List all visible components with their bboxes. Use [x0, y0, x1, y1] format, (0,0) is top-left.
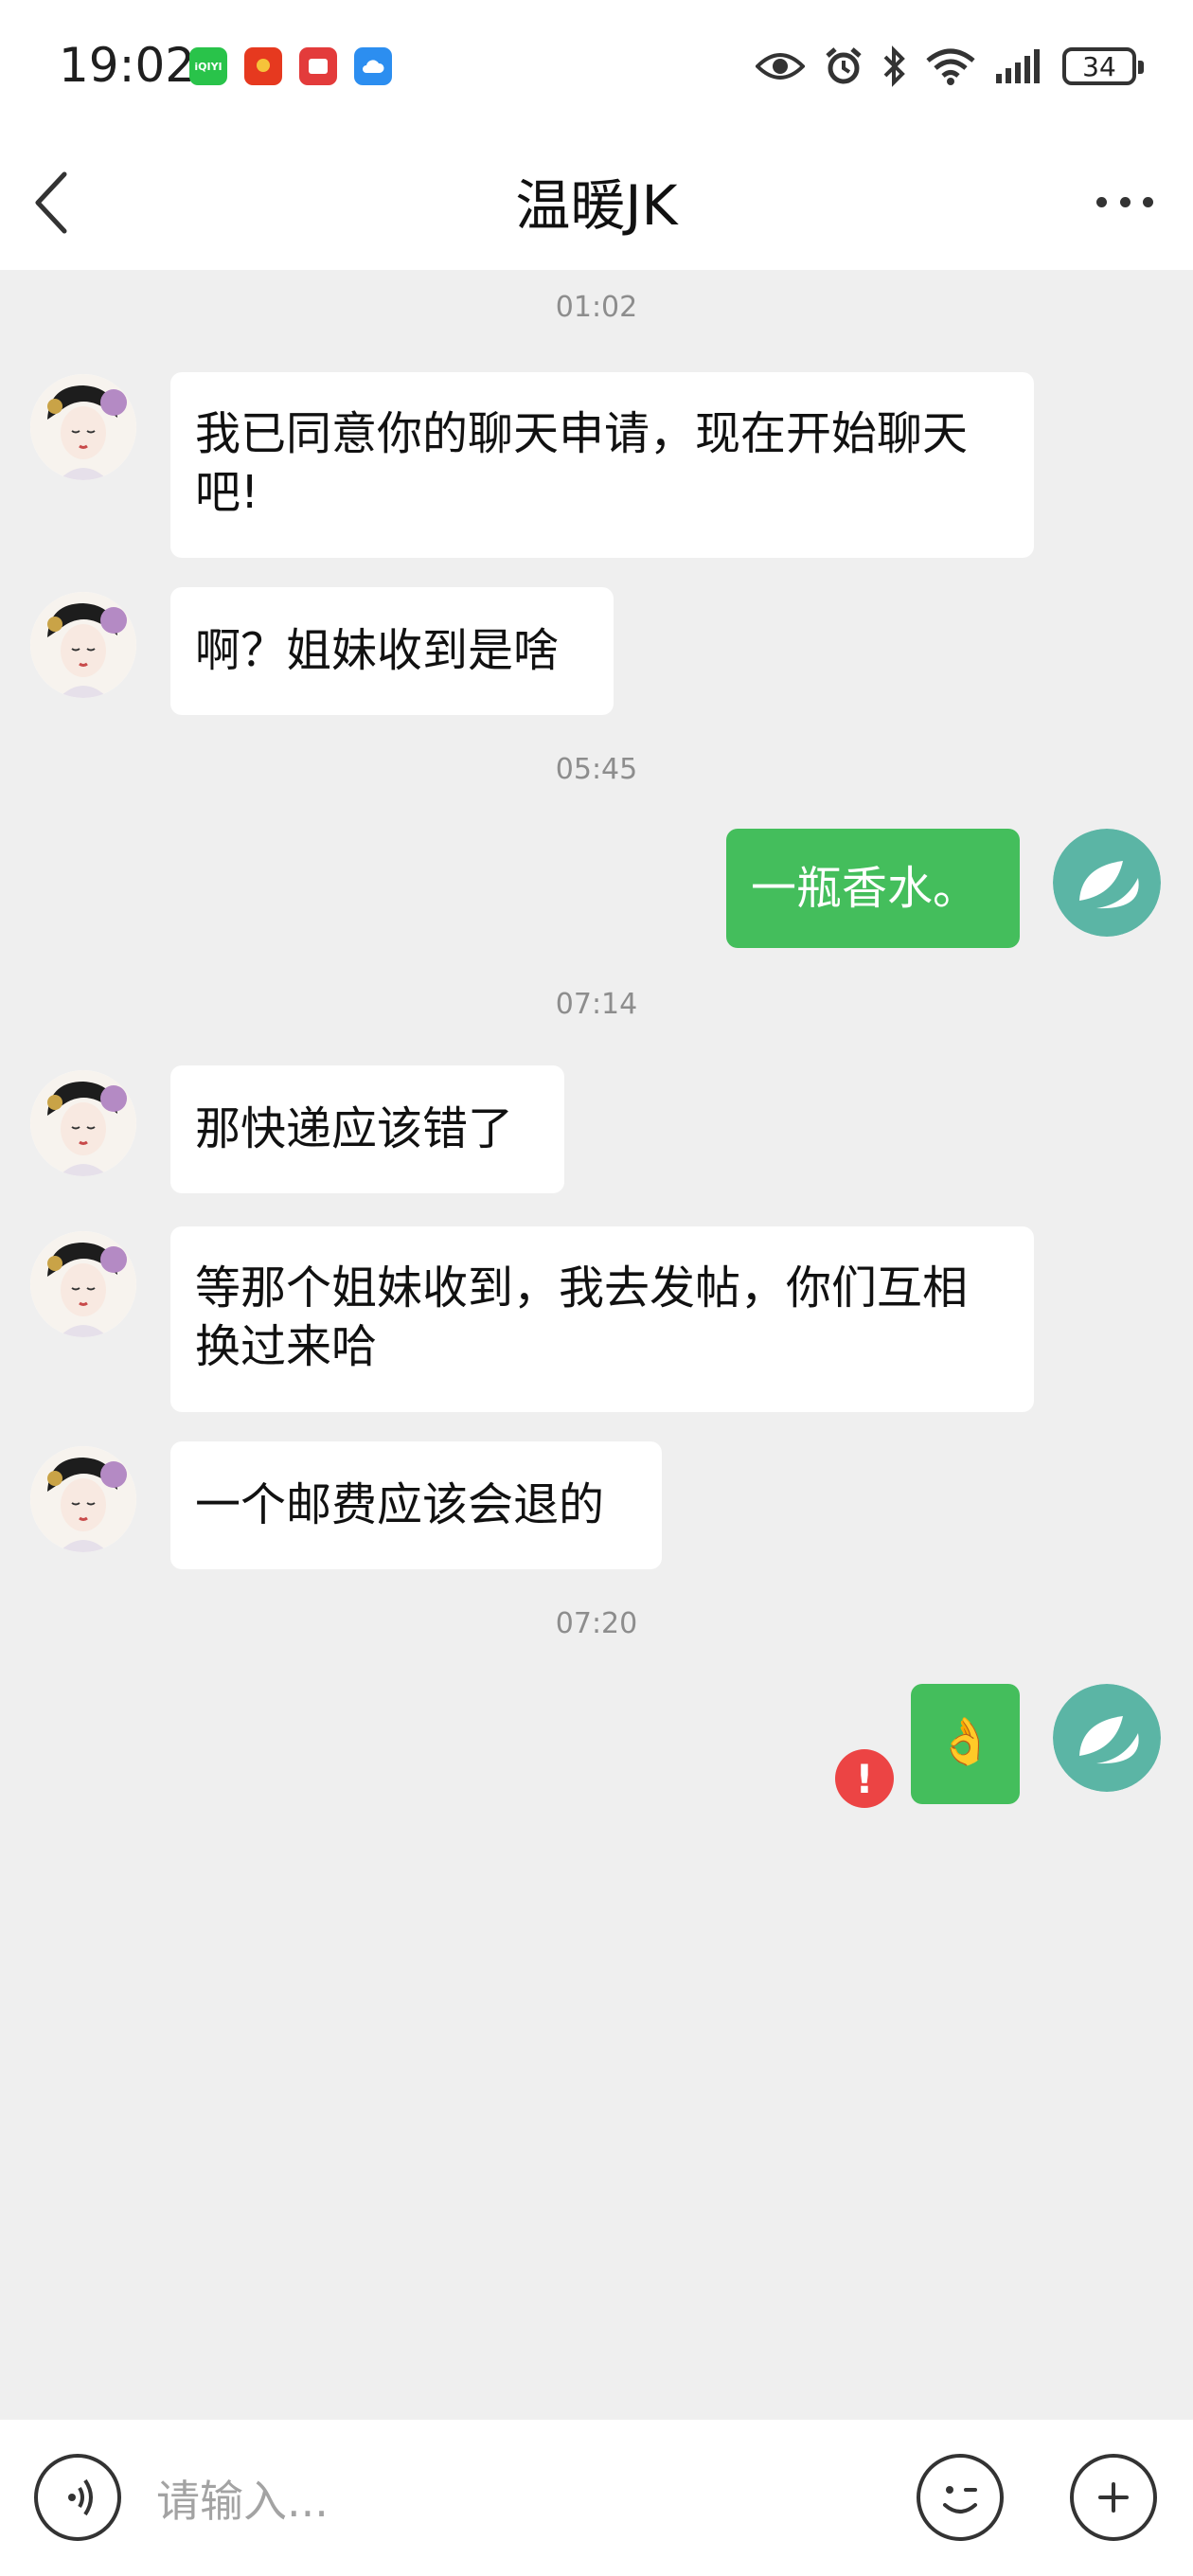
timestamp: 01:02 [555, 291, 638, 324]
alarm-icon [826, 47, 862, 84]
bluetooth-icon [883, 45, 905, 87]
signal-icon [996, 49, 1040, 83]
voice-icon [68, 2478, 93, 2516]
timestamp: 05:45 [555, 753, 638, 786]
chat-title: 温暖JK [515, 173, 678, 238]
status-time: 19:02 [59, 38, 196, 93]
timestamp: 07:20 [555, 1607, 638, 1640]
emoji-button[interactable] [917, 2454, 1004, 2541]
wifi-icon [926, 48, 975, 85]
cloud-icon [354, 47, 392, 85]
red-packet-icon [244, 47, 282, 85]
battery-icon: 34 [1062, 47, 1144, 85]
contact-avatar[interactable] [30, 1070, 136, 1176]
battery-level: 34 [1082, 50, 1116, 82]
message-list[interactable]: 01:02 我已同意你的聊天申请，现在开始聊天吧! 啊？姐妹收到是啥 05:45 [0, 270, 1193, 2420]
more-options-icon[interactable] [1096, 188, 1153, 216]
input-bar: 请输入... [0, 2420, 1193, 2576]
eye-icon [756, 53, 805, 80]
outgoing-message[interactable]: 👌 [911, 1684, 1020, 1804]
plus-icon [1098, 2482, 1129, 2513]
emoji-icon [943, 2486, 977, 2513]
incoming-message[interactable]: 等那个姐妹收到，我去发帖，你们互相换过来哈 [170, 1226, 1034, 1412]
more-actions-button[interactable] [1070, 2454, 1157, 2541]
send-failed-icon[interactable]: ! [835, 1749, 894, 1808]
timestamp: 07:14 [555, 988, 638, 1021]
incoming-message[interactable]: 那快递应该错了 [170, 1065, 564, 1193]
outgoing-message[interactable]: 一瓶香水。 [726, 829, 1020, 948]
my-avatar[interactable] [1053, 1684, 1161, 1792]
contact-avatar[interactable] [30, 592, 136, 698]
chat-header: 温暖JK [0, 133, 1193, 270]
message-input[interactable]: 请输入... [156, 2467, 329, 2530]
voice-input-button[interactable] [34, 2454, 121, 2541]
contact-avatar[interactable] [30, 374, 136, 480]
contact-avatar[interactable] [30, 1446, 136, 1552]
red-app-icon [299, 47, 337, 85]
contact-avatar[interactable] [30, 1231, 136, 1337]
incoming-message[interactable]: 啊？姐妹收到是啥 [170, 587, 614, 715]
status-bar: 19:02 iQIYI 34 [0, 0, 1193, 133]
iqiyi-icon: iQIYI [189, 47, 227, 85]
incoming-message[interactable]: 我已同意你的聊天申请，现在开始聊天吧! [170, 372, 1034, 558]
my-avatar[interactable] [1053, 829, 1161, 937]
incoming-message[interactable]: 一个邮费应该会退的 [170, 1441, 662, 1569]
